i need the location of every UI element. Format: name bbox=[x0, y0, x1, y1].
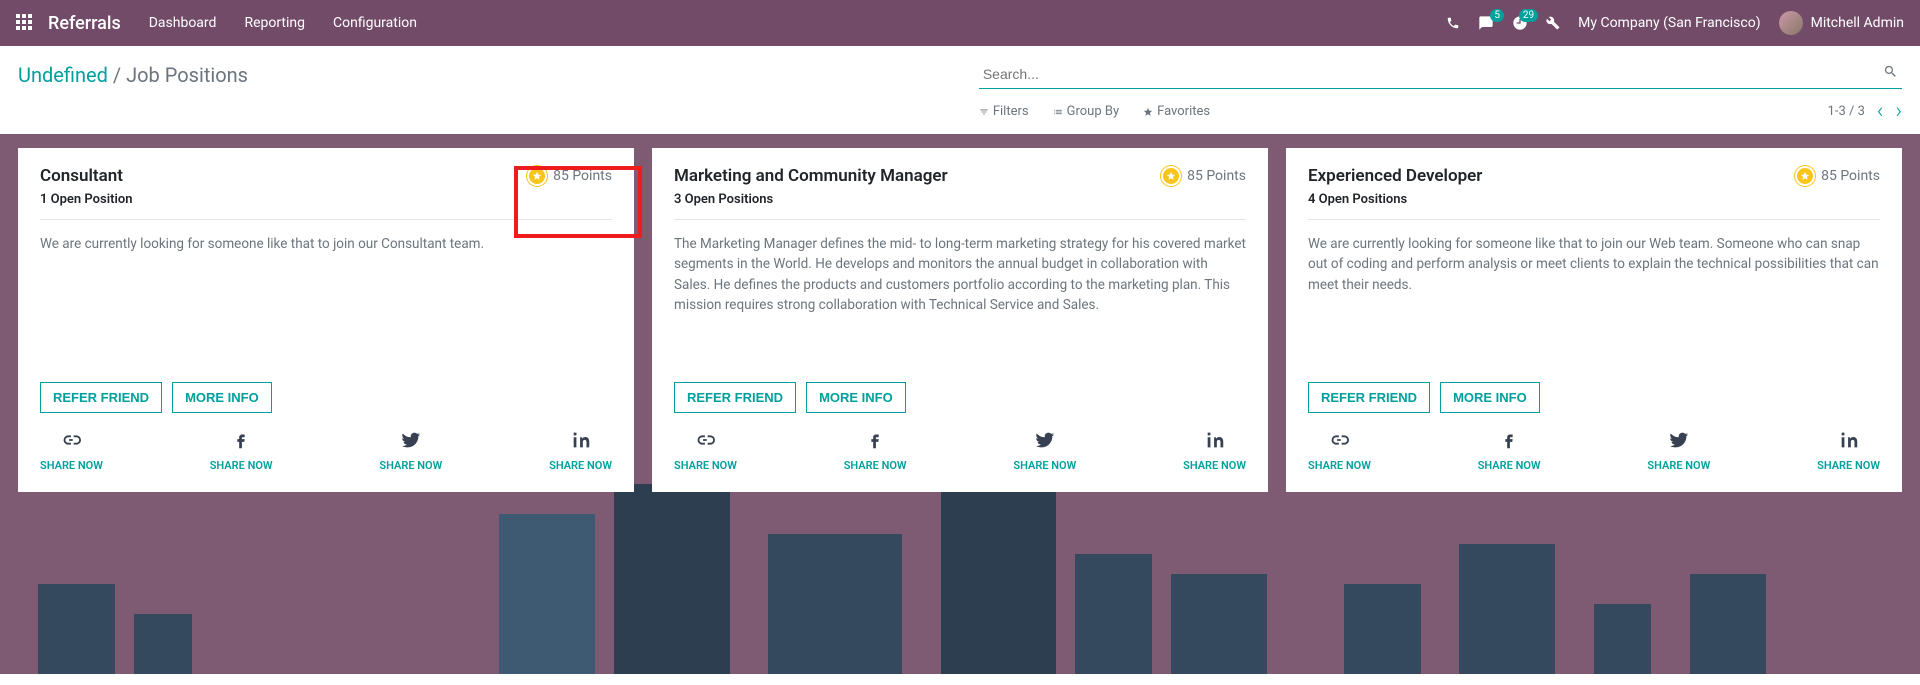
search-icon[interactable] bbox=[1883, 64, 1898, 83]
groupby-button[interactable]: Group By bbox=[1053, 104, 1120, 119]
avatar bbox=[1779, 11, 1803, 35]
nav-reporting[interactable]: Reporting bbox=[244, 15, 305, 31]
share-link[interactable]: SHARE NOW bbox=[674, 429, 737, 472]
nav-configuration[interactable]: Configuration bbox=[333, 15, 417, 31]
open-positions: 1 Open Position bbox=[40, 192, 132, 207]
breadcrumb-current: Job Positions bbox=[126, 63, 248, 87]
star-badge-icon bbox=[1795, 166, 1815, 186]
job-card: Experienced Developer 4 Open Positions 8… bbox=[1286, 148, 1902, 492]
activities-badge: 29 bbox=[1519, 9, 1538, 22]
cards-grid: Consultant 1 Open Position 85 Points We … bbox=[0, 134, 1920, 506]
star-badge-icon bbox=[527, 166, 547, 186]
user-name: Mitchell Admin bbox=[1811, 15, 1904, 31]
messages-badge: 5 bbox=[1490, 9, 1504, 22]
link-icon bbox=[60, 429, 82, 451]
favorites-button[interactable]: Favorites bbox=[1143, 104, 1210, 119]
nav-menu: Dashboard Reporting Configuration bbox=[149, 15, 417, 31]
share-link[interactable]: SHARE NOW bbox=[40, 429, 103, 472]
share-linkedin[interactable]: SHARE NOW bbox=[549, 429, 612, 472]
more-info-button[interactable]: MORE INFO bbox=[1440, 382, 1540, 413]
job-description: We are currently looking for someone lik… bbox=[40, 234, 612, 364]
share-linkedin[interactable]: SHARE NOW bbox=[1183, 429, 1246, 472]
linkedin-icon bbox=[570, 429, 592, 451]
more-info-button[interactable]: MORE INFO bbox=[172, 382, 272, 413]
job-title: Marketing and Community Manager bbox=[674, 166, 948, 186]
share-link[interactable]: SHARE NOW bbox=[1308, 429, 1371, 472]
debug-icon[interactable] bbox=[1546, 16, 1560, 30]
job-title: Experienced Developer bbox=[1308, 166, 1482, 186]
pager-next[interactable]: › bbox=[1895, 99, 1902, 124]
open-positions: 3 Open Positions bbox=[674, 192, 948, 207]
linkedin-icon bbox=[1204, 429, 1226, 451]
topbar: Referrals Dashboard Reporting Configurat… bbox=[0, 0, 1920, 46]
company-selector[interactable]: My Company (San Francisco) bbox=[1578, 15, 1760, 31]
link-icon bbox=[1328, 429, 1350, 451]
control-panel: Undefined / Job Positions Filters Group … bbox=[0, 46, 1920, 134]
share-facebook[interactable]: SHARE NOW bbox=[1478, 429, 1541, 472]
points: 85 Points bbox=[1161, 166, 1246, 186]
apps-icon[interactable] bbox=[16, 14, 34, 32]
more-info-button[interactable]: MORE INFO bbox=[806, 382, 906, 413]
share-twitter[interactable]: SHARE NOW bbox=[1647, 429, 1710, 472]
pager-range: 1-3 / 3 bbox=[1828, 104, 1865, 119]
nav-dashboard[interactable]: Dashboard bbox=[149, 15, 217, 31]
share-facebook[interactable]: SHARE NOW bbox=[210, 429, 273, 472]
linkedin-icon bbox=[1838, 429, 1860, 451]
app-title[interactable]: Referrals bbox=[48, 13, 121, 34]
job-description: The Marketing Manager defines the mid- t… bbox=[674, 234, 1246, 364]
refer-friend-button[interactable]: REFER FRIEND bbox=[1308, 382, 1430, 413]
activities-icon[interactable]: 29 bbox=[1512, 15, 1528, 31]
facebook-icon bbox=[864, 429, 886, 451]
share-linkedin[interactable]: SHARE NOW bbox=[1817, 429, 1880, 472]
filters-button[interactable]: Filters bbox=[979, 104, 1029, 119]
messages-icon[interactable]: 5 bbox=[1478, 15, 1494, 31]
twitter-icon bbox=[1034, 429, 1056, 451]
share-twitter[interactable]: SHARE NOW bbox=[379, 429, 442, 472]
link-icon bbox=[694, 429, 716, 451]
twitter-icon bbox=[400, 429, 422, 451]
points: 85 Points bbox=[527, 166, 612, 186]
job-title: Consultant bbox=[40, 166, 132, 186]
list-icon bbox=[1053, 107, 1063, 117]
phone-icon[interactable] bbox=[1446, 16, 1460, 30]
star-icon bbox=[1143, 107, 1153, 117]
facebook-icon bbox=[230, 429, 252, 451]
pager: 1-3 / 3 ‹ › bbox=[1828, 99, 1902, 124]
search-input[interactable] bbox=[979, 60, 1902, 89]
refer-friend-button[interactable]: REFER FRIEND bbox=[674, 382, 796, 413]
pager-prev[interactable]: ‹ bbox=[1877, 99, 1884, 124]
funnel-icon bbox=[979, 107, 989, 117]
share-twitter[interactable]: SHARE NOW bbox=[1013, 429, 1076, 472]
breadcrumb-root[interactable]: Undefined bbox=[18, 63, 108, 87]
star-badge-icon bbox=[1161, 166, 1181, 186]
refer-friend-button[interactable]: REFER FRIEND bbox=[40, 382, 162, 413]
share-facebook[interactable]: SHARE NOW bbox=[844, 429, 907, 472]
breadcrumb: Undefined / Job Positions bbox=[18, 63, 248, 87]
job-description: We are currently looking for someone lik… bbox=[1308, 234, 1880, 364]
twitter-icon bbox=[1668, 429, 1690, 451]
search-wrap bbox=[979, 60, 1902, 89]
job-card: Consultant 1 Open Position 85 Points We … bbox=[18, 148, 634, 492]
open-positions: 4 Open Positions bbox=[1308, 192, 1482, 207]
points: 85 Points bbox=[1795, 166, 1880, 186]
job-card: Marketing and Community Manager 3 Open P… bbox=[652, 148, 1268, 492]
topbar-right: 5 29 My Company (San Francisco) Mitchell… bbox=[1446, 11, 1904, 35]
facebook-icon bbox=[1498, 429, 1520, 451]
content-area: Consultant 1 Open Position 85 Points We … bbox=[0, 134, 1920, 674]
user-menu[interactable]: Mitchell Admin bbox=[1779, 11, 1904, 35]
